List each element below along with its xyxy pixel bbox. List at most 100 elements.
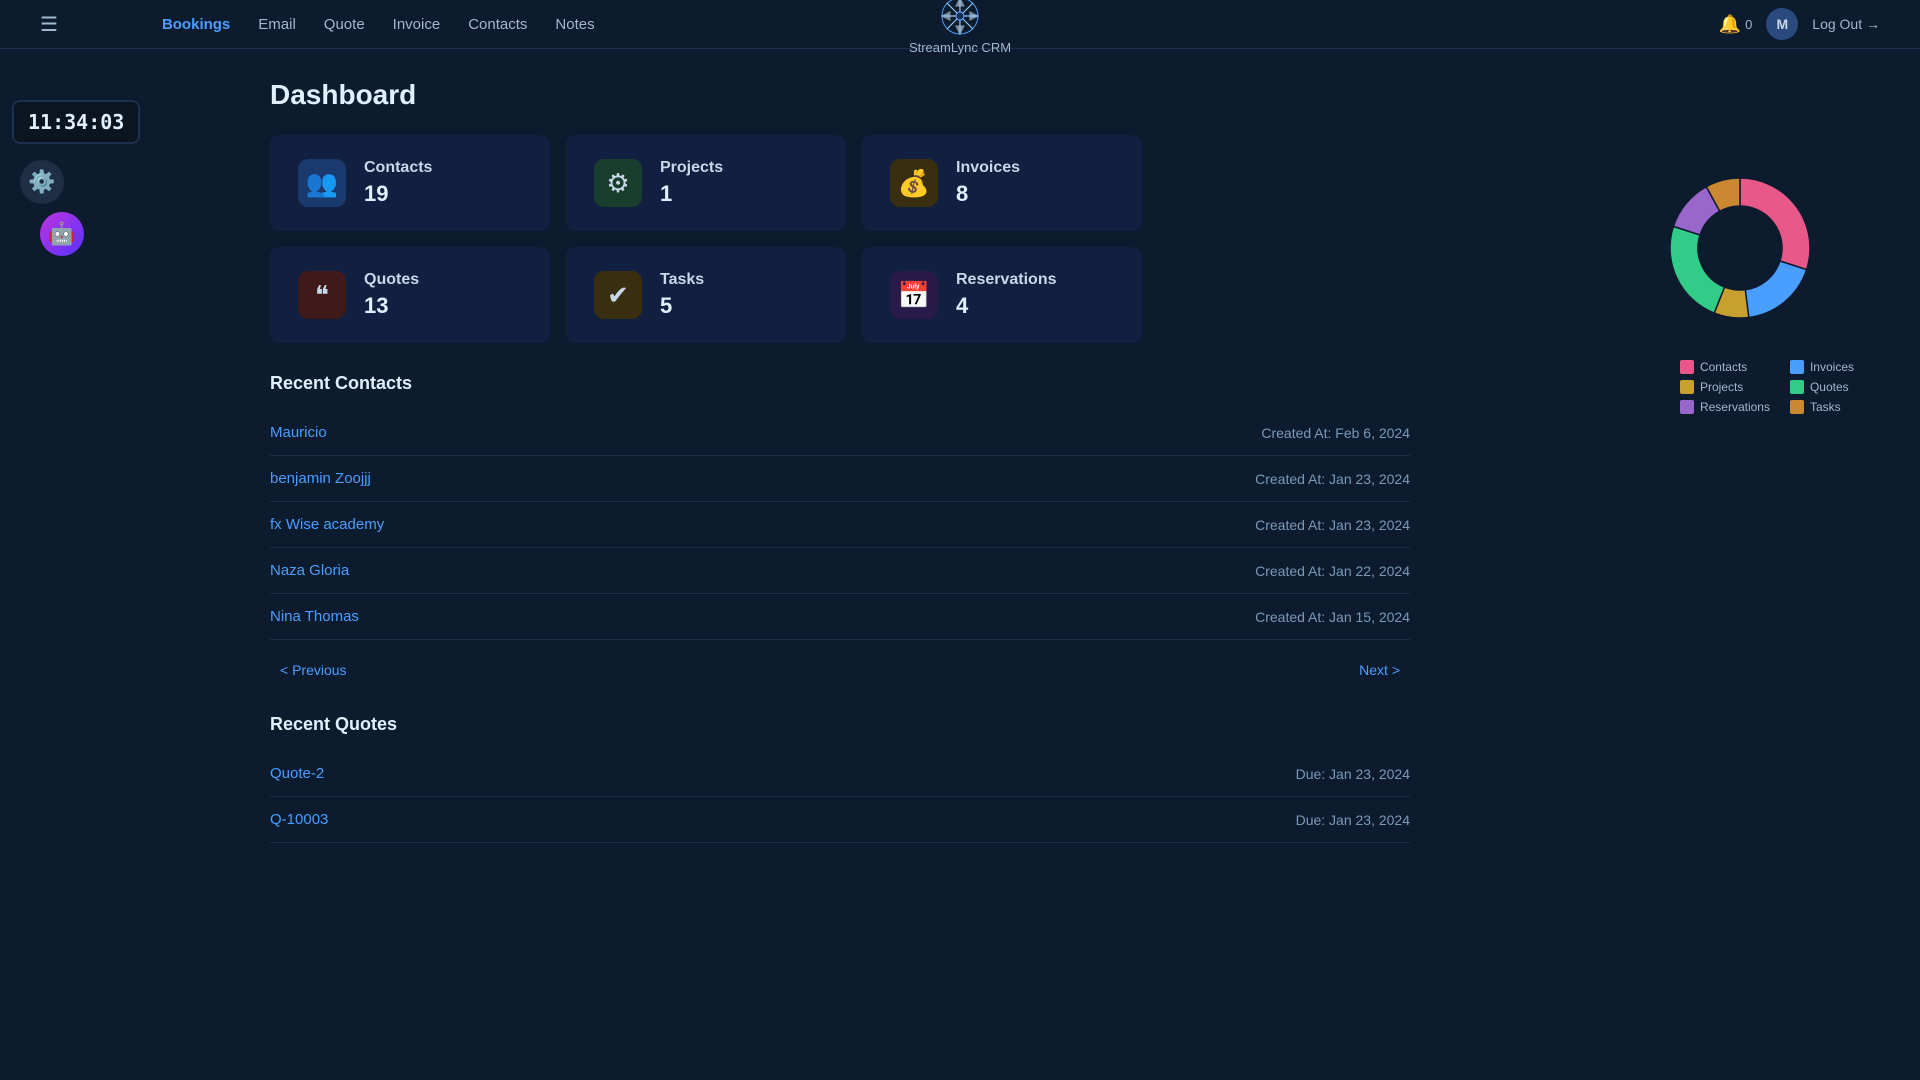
legend-dot (1680, 380, 1694, 394)
quote-row[interactable]: Quote-2 Due: Jan 23, 2024 (270, 751, 1410, 797)
nav-left: ☰ Bookings Email Quote Invoice Contacts Notes (40, 12, 595, 37)
contact-row[interactable]: Naza Gloria Created At: Jan 22, 2024 (270, 548, 1410, 594)
left-icon-area: ⚙️ 🤖 (20, 160, 84, 256)
legend-item-tasks: Tasks (1790, 400, 1880, 414)
stat-count-quotes: 13 (364, 293, 419, 319)
clock-time: 11:34:03 (28, 110, 124, 134)
nav-links: Bookings Email Quote Invoice Contacts Notes (162, 16, 595, 33)
contact-row[interactable]: benjamin Zoojjj Created At: Jan 23, 2024 (270, 456, 1410, 502)
stat-info-invoices: Invoices 8 (956, 159, 1020, 207)
contact-row[interactable]: Nina Thomas Created At: Jan 15, 2024 (270, 594, 1410, 640)
stat-card-reservations[interactable]: 📅 Reservations 4 (862, 247, 1142, 343)
notification-bell[interactable]: 🔔 0 (1719, 14, 1753, 35)
nav-link-bookings[interactable]: Bookings (162, 16, 230, 33)
contact-row[interactable]: Mauricio Created At: Feb 6, 2024 (270, 410, 1410, 456)
legend-dot (1790, 360, 1804, 374)
legend-label: Invoices (1810, 360, 1854, 374)
contacts-pagination: < Previous Next > (270, 656, 1410, 684)
stats-grid: 👥 Contacts 19 ⚙ Projects 1 💰 Invoices 8 … (270, 135, 1840, 343)
quotes-list: Quote-2 Due: Jan 23, 2024 Q-10003 Due: J… (270, 751, 1410, 843)
stat-card-quotes[interactable]: ❝ Quotes 13 (270, 247, 550, 343)
stat-card-tasks[interactable]: ✔ Tasks 5 (566, 247, 846, 343)
contacts-list: Mauricio Created At: Feb 6, 2024 benjami… (270, 410, 1410, 640)
stat-count-projects: 1 (660, 181, 723, 207)
stat-info-quotes: Quotes 13 (364, 271, 419, 319)
legend-dot (1790, 380, 1804, 394)
stat-label-projects: Projects (660, 159, 723, 177)
stat-info-projects: Projects 1 (660, 159, 723, 207)
quote-name[interactable]: Quote-2 (270, 765, 324, 782)
nav-link-quote[interactable]: Quote (324, 16, 365, 33)
chart-svg (1640, 148, 1840, 348)
prev-page-button[interactable]: < Previous (270, 656, 357, 684)
hamburger-icon[interactable]: ☰ (40, 12, 58, 37)
main-content: Dashboard 👥 Contacts 19 ⚙ Projects 1 💰 I… (0, 49, 1920, 873)
logo-icon (938, 0, 982, 38)
contact-row[interactable]: fx Wise academy Created At: Jan 23, 2024 (270, 502, 1410, 548)
recent-contacts-section: Recent Contacts Mauricio Created At: Feb… (270, 373, 1410, 684)
stat-card-projects[interactable]: ⚙ Projects 1 (566, 135, 846, 231)
quote-row[interactable]: Q-10003 Due: Jan 23, 2024 (270, 797, 1410, 843)
stat-count-reservations: 4 (956, 293, 1057, 319)
logout-button[interactable]: Log Out → (1812, 16, 1880, 32)
nav-link-contacts[interactable]: Contacts (468, 16, 527, 33)
quote-name[interactable]: Q-10003 (270, 811, 328, 828)
legend-label: Contacts (1700, 360, 1747, 374)
contact-name[interactable]: Nina Thomas (270, 608, 359, 625)
legend-label: Projects (1700, 380, 1743, 394)
stat-card-invoices[interactable]: 💰 Invoices 8 (862, 135, 1142, 231)
contact-date: Created At: Jan 23, 2024 (1255, 517, 1410, 533)
page-title: Dashboard (270, 79, 1840, 111)
stat-count-contacts: 19 (364, 181, 432, 207)
stat-label-tasks: Tasks (660, 271, 704, 289)
stat-label-contacts: Contacts (364, 159, 432, 177)
nav-link-invoice[interactable]: Invoice (393, 16, 441, 33)
contact-name[interactable]: Mauricio (270, 424, 327, 441)
quote-date: Due: Jan 23, 2024 (1296, 812, 1410, 828)
stat-count-tasks: 5 (660, 293, 704, 319)
legend-label: Tasks (1810, 400, 1841, 414)
stat-info-tasks: Tasks 5 (660, 271, 704, 319)
stat-label-quotes: Quotes (364, 271, 419, 289)
legend-item-invoices: Invoices (1790, 360, 1880, 374)
recent-contacts-title: Recent Contacts (270, 373, 1410, 394)
contact-name[interactable]: fx Wise academy (270, 516, 384, 533)
legend-dot (1680, 360, 1694, 374)
stat-card-contacts[interactable]: 👥 Contacts 19 (270, 135, 550, 231)
contact-date: Created At: Feb 6, 2024 (1261, 425, 1410, 441)
gear-icon[interactable]: ⚙️ (20, 160, 64, 204)
legend-label: Quotes (1810, 380, 1849, 394)
stat-icon-invoices: 💰 (890, 159, 938, 207)
bot-icon[interactable]: 🤖 (40, 212, 84, 256)
contact-date: Created At: Jan 23, 2024 (1255, 471, 1410, 487)
legend-item-reservations: Reservations (1680, 400, 1770, 414)
quote-date: Due: Jan 23, 2024 (1296, 766, 1410, 782)
bell-count: 0 (1745, 17, 1752, 32)
nav-link-notes[interactable]: Notes (555, 16, 594, 33)
legend-item-quotes: Quotes (1790, 380, 1880, 394)
stat-info-reservations: Reservations 4 (956, 271, 1057, 319)
legend-item-projects: Projects (1680, 380, 1770, 394)
top-nav: ☰ Bookings Email Quote Invoice Contacts Notes… (0, 0, 1920, 49)
legend-dot (1790, 400, 1804, 414)
contact-name[interactable]: benjamin Zoojjj (270, 470, 371, 487)
nav-right: 🔔 0 M Log Out → (1719, 8, 1880, 40)
bell-icon: 🔔 (1719, 14, 1741, 35)
stat-count-invoices: 8 (956, 181, 1020, 207)
stat-icon-contacts: 👥 (298, 159, 346, 207)
stat-label-invoices: Invoices (956, 159, 1020, 177)
app-name: StreamLync CRM (909, 40, 1011, 55)
next-page-button[interactable]: Next > (1349, 656, 1410, 684)
app-logo: StreamLync CRM (909, 0, 1011, 55)
donut-chart (1640, 148, 1840, 348)
user-avatar[interactable]: M (1766, 8, 1798, 40)
stat-info-contacts: Contacts 19 (364, 159, 432, 207)
clock-widget: 11:34:03 (12, 100, 140, 144)
contact-date: Created At: Jan 15, 2024 (1255, 609, 1410, 625)
recent-quotes-title: Recent Quotes (270, 714, 1410, 735)
stat-icon-tasks: ✔ (594, 271, 642, 319)
stat-icon-quotes: ❝ (298, 271, 346, 319)
legend-dot (1680, 400, 1694, 414)
nav-link-email[interactable]: Email (258, 16, 296, 33)
contact-name[interactable]: Naza Gloria (270, 562, 349, 579)
